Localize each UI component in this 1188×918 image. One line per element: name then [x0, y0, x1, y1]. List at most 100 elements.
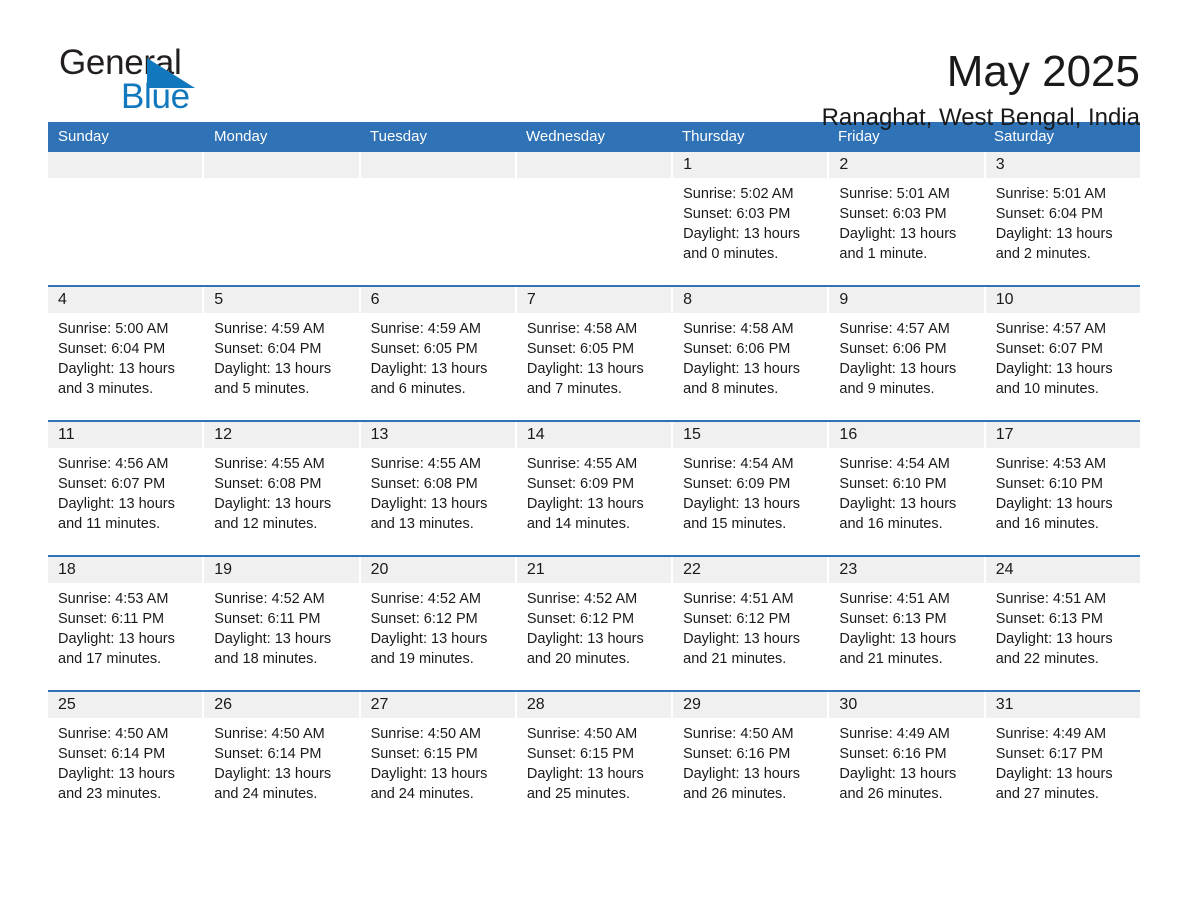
day-cell[interactable]: 14 Sunrise: 4:55 AM Sunset: 6:09 PM Dayl…	[516, 422, 672, 555]
day-details: Sunrise: 4:57 AM Sunset: 6:06 PM Dayligh…	[829, 313, 983, 399]
day-cell[interactable]: 23 Sunrise: 4:51 AM Sunset: 6:13 PM Dayl…	[829, 557, 984, 690]
day-details: Sunrise: 4:52 AM Sunset: 6:11 PM Dayligh…	[204, 583, 358, 669]
week-row: 1 Sunrise: 5:02 AM Sunset: 6:03 PM Dayli…	[48, 152, 1140, 285]
daylight-text-line1: Daylight: 13 hours	[214, 766, 332, 782]
day-number: 1	[673, 152, 828, 178]
sunrise-text: Sunrise: 4:59 AM	[214, 321, 325, 337]
day-number: 24	[985, 557, 1140, 583]
day-cell[interactable]: 8 Sunrise: 4:58 AM Sunset: 6:06 PM Dayli…	[673, 287, 828, 420]
sunrise-text: Sunrise: 4:54 AM	[839, 456, 950, 472]
day-cell[interactable]	[204, 152, 359, 285]
sunrise-text: Sunrise: 5:02 AM	[683, 186, 794, 202]
day-cell[interactable]: 29 Sunrise: 4:50 AM Sunset: 6:16 PM Dayl…	[673, 692, 828, 825]
sunrise-text: Sunrise: 4:57 AM	[995, 321, 1107, 337]
sunrise-text: Sunrise: 4:59 AM	[370, 321, 481, 337]
sunset-text: Sunset: 6:06 PM	[683, 341, 791, 357]
day-cell[interactable]: 4 Sunrise: 5:00 AM Sunset: 6:04 PM Dayli…	[48, 287, 203, 420]
day-number: 12	[204, 422, 359, 448]
day-cell[interactable]: 25 Sunrise: 4:50 AM Sunset: 6:14 PM Dayl…	[48, 692, 203, 825]
day-cell[interactable]	[48, 152, 203, 285]
sunset-text: Sunset: 6:04 PM	[58, 341, 166, 357]
daylight-text-line2: and 17 minutes.	[58, 651, 162, 667]
sunrise-text: Sunrise: 4:53 AM	[58, 591, 169, 607]
day-cell[interactable]: 6 Sunrise: 4:59 AM Sunset: 6:05 PM Dayli…	[360, 287, 515, 420]
day-details: Sunrise: 4:58 AM Sunset: 6:06 PM Dayligh…	[673, 313, 827, 399]
day-cell[interactable]: 1 Sunrise: 5:02 AM Sunset: 6:03 PM Dayli…	[673, 152, 828, 285]
day-cell[interactable]: 24 Sunrise: 4:51 AM Sunset: 6:13 PM Dayl…	[985, 557, 1140, 690]
day-cell[interactable]: 19 Sunrise: 4:52 AM Sunset: 6:11 PM Dayl…	[204, 557, 359, 690]
day-details: Sunrise: 4:50 AM Sunset: 6:15 PM Dayligh…	[361, 718, 515, 804]
daylight-text-line1: Daylight: 13 hours	[58, 361, 175, 377]
day-cell[interactable]: 15 Sunrise: 4:54 AM Sunset: 6:09 PM Dayl…	[673, 422, 828, 555]
day-cell[interactable]: 7 Sunrise: 4:58 AM Sunset: 6:05 PM Dayli…	[516, 287, 672, 420]
daylight-text-line1: Daylight: 13 hours	[683, 631, 801, 647]
sunset-text: Sunset: 6:06 PM	[839, 341, 947, 357]
day-cell[interactable]: 22 Sunrise: 4:51 AM Sunset: 6:12 PM Dayl…	[673, 557, 828, 690]
day-cell[interactable]: 28 Sunrise: 4:50 AM Sunset: 6:15 PM Dayl…	[516, 692, 672, 825]
daylight-text-line2: and 0 minutes.	[683, 246, 779, 262]
sunset-text: Sunset: 6:03 PM	[839, 206, 947, 222]
day-cell[interactable]	[516, 152, 672, 285]
daylight-text-line2: and 19 minutes.	[370, 651, 474, 667]
day-cell[interactable]: 17 Sunrise: 4:53 AM Sunset: 6:10 PM Dayl…	[985, 422, 1140, 555]
sunset-text: Sunset: 6:12 PM	[683, 611, 791, 627]
day-cell[interactable]: 5 Sunrise: 4:59 AM Sunset: 6:04 PM Dayli…	[204, 287, 359, 420]
daylight-text-line1: Daylight: 13 hours	[526, 631, 644, 647]
sunrise-text: Sunrise: 4:57 AM	[839, 321, 950, 337]
sunrise-text: Sunrise: 5:01 AM	[839, 186, 950, 202]
sunrise-text: Sunrise: 4:58 AM	[526, 321, 638, 337]
day-details: Sunrise: 5:02 AM Sunset: 6:03 PM Dayligh…	[673, 178, 827, 264]
daylight-text-line2: and 14 minutes.	[526, 516, 631, 532]
daylight-text-line2: and 2 minutes.	[995, 246, 1091, 262]
day-cell[interactable]: 2 Sunrise: 5:01 AM Sunset: 6:03 PM Dayli…	[829, 152, 984, 285]
daylight-text-line2: and 23 minutes.	[58, 786, 162, 802]
day-details: Sunrise: 4:55 AM Sunset: 6:08 PM Dayligh…	[204, 448, 358, 534]
day-number	[516, 152, 672, 178]
daylight-text-line2: and 1 minute.	[839, 246, 928, 262]
day-cell[interactable]: 30 Sunrise: 4:49 AM Sunset: 6:16 PM Dayl…	[829, 692, 984, 825]
day-number: 7	[516, 287, 672, 313]
calendar-page: General Blue May 2025 Ranaghat, West Ben…	[0, 0, 1188, 918]
sunset-text: Sunset: 6:13 PM	[995, 611, 1103, 627]
daylight-text-line2: and 16 minutes.	[839, 516, 943, 532]
day-cell[interactable]: 18 Sunrise: 4:53 AM Sunset: 6:11 PM Dayl…	[48, 557, 203, 690]
weekday-header-tuesday: Tuesday	[370, 128, 427, 145]
day-cell[interactable]: 31 Sunrise: 4:49 AM Sunset: 6:17 PM Dayl…	[985, 692, 1140, 825]
daylight-text-line1: Daylight: 13 hours	[526, 766, 644, 782]
day-cell[interactable]: 27 Sunrise: 4:50 AM Sunset: 6:15 PM Dayl…	[360, 692, 515, 825]
day-cell[interactable]: 10 Sunrise: 4:57 AM Sunset: 6:07 PM Dayl…	[985, 287, 1140, 420]
day-cell[interactable]: 11 Sunrise: 4:56 AM Sunset: 6:07 PM Dayl…	[48, 422, 203, 555]
day-cell[interactable]: 12 Sunrise: 4:55 AM Sunset: 6:08 PM Dayl…	[204, 422, 359, 555]
day-cell[interactable]	[360, 152, 515, 285]
day-number: 5	[204, 287, 359, 313]
day-cell[interactable]: 13 Sunrise: 4:55 AM Sunset: 6:08 PM Dayl…	[360, 422, 515, 555]
sunset-text: Sunset: 6:15 PM	[370, 746, 478, 762]
sunset-text: Sunset: 6:12 PM	[370, 611, 478, 627]
day-cell[interactable]: 26 Sunrise: 4:50 AM Sunset: 6:14 PM Dayl…	[204, 692, 359, 825]
sunset-text: Sunset: 6:09 PM	[683, 476, 791, 492]
day-number: 30	[829, 692, 984, 718]
day-details: Sunrise: 4:52 AM Sunset: 6:12 PM Dayligh…	[517, 583, 671, 669]
day-cell[interactable]: 21 Sunrise: 4:52 AM Sunset: 6:12 PM Dayl…	[516, 557, 672, 690]
day-details: Sunrise: 4:51 AM Sunset: 6:13 PM Dayligh…	[986, 583, 1140, 669]
week-row: 11 Sunrise: 4:56 AM Sunset: 6:07 PM Dayl…	[48, 420, 1140, 555]
sunset-text: Sunset: 6:07 PM	[58, 476, 166, 492]
daylight-text-line1: Daylight: 13 hours	[370, 631, 488, 647]
daylight-text-line2: and 18 minutes.	[214, 651, 318, 667]
day-cell[interactable]: 16 Sunrise: 4:54 AM Sunset: 6:10 PM Dayl…	[829, 422, 984, 555]
logo-triangle-icon	[147, 58, 195, 88]
day-number: 2	[829, 152, 984, 178]
day-details: Sunrise: 4:59 AM Sunset: 6:04 PM Dayligh…	[204, 313, 358, 399]
day-cell[interactable]: 20 Sunrise: 4:52 AM Sunset: 6:12 PM Dayl…	[360, 557, 515, 690]
daylight-text-line2: and 9 minutes.	[839, 381, 935, 397]
day-cell[interactable]: 9 Sunrise: 4:57 AM Sunset: 6:06 PM Dayli…	[829, 287, 984, 420]
sunrise-text: Sunrise: 4:51 AM	[683, 591, 794, 607]
day-details: Sunrise: 4:49 AM Sunset: 6:17 PM Dayligh…	[986, 718, 1140, 804]
sunset-text: Sunset: 6:10 PM	[839, 476, 947, 492]
day-details	[361, 178, 515, 184]
daylight-text-line1: Daylight: 13 hours	[683, 766, 801, 782]
day-cell[interactable]: 3 Sunrise: 5:01 AM Sunset: 6:04 PM Dayli…	[985, 152, 1140, 285]
calendar-grid: Sunday Monday Tuesday Wednesday Thursday…	[48, 122, 1140, 825]
day-number: 16	[829, 422, 984, 448]
daylight-text-line1: Daylight: 13 hours	[214, 631, 332, 647]
